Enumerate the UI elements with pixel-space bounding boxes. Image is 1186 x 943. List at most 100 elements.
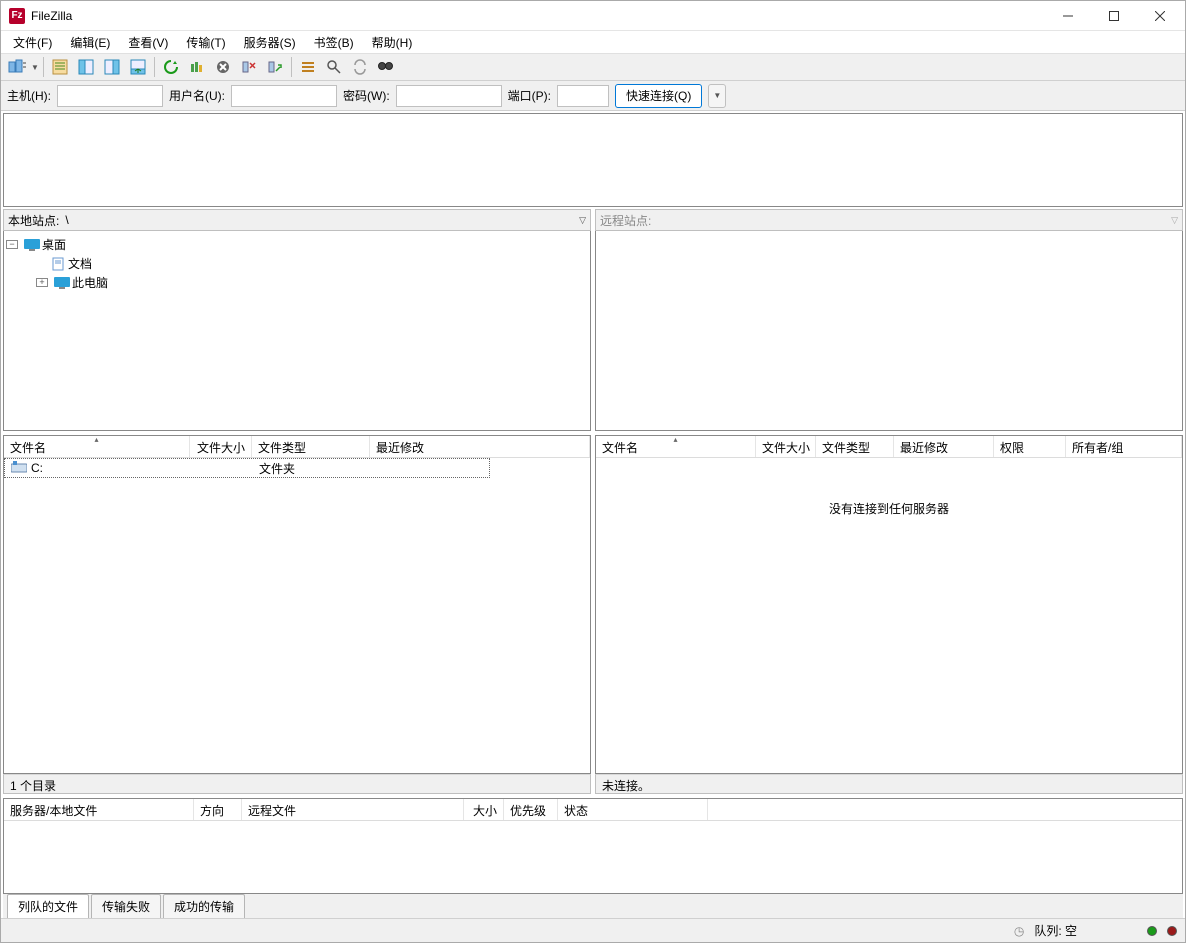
col-modified[interactable]: 最近修改 [370,436,590,457]
local-list-header: 文件名▴ 文件大小 文件类型 最近修改 [4,436,590,458]
queue-body[interactable] [4,821,1182,893]
host-input[interactable] [57,85,163,107]
local-status: 1 个目录 [3,774,591,794]
local-file-list: 文件名▴ 文件大小 文件类型 最近修改 C: 文件夹 [3,435,591,774]
col-owner[interactable]: 所有者/组 [1066,436,1182,457]
port-input[interactable] [557,85,609,107]
title-bar: Fz FileZilla [1,1,1185,31]
queue-tabs: 列队的文件 传输失败 成功的传输 [3,894,1183,918]
remote-status: 未连接。 [595,774,1183,794]
menu-bar: 文件(F) 编辑(E) 查看(V) 传输(T) 服务器(S) 书签(B) 帮助(… [1,31,1185,53]
tree-item-thispc[interactable]: + 此电脑 [6,273,588,292]
local-tree[interactable]: − 桌面 文档 + 此电脑 [3,231,591,431]
col-size[interactable]: 文件大小 [190,436,252,457]
col-type[interactable]: 文件类型 [252,436,370,457]
local-site-label: 本地站点: [8,212,59,229]
tree-item-documents[interactable]: 文档 [6,254,588,273]
tree-item-desktop[interactable]: − 桌面 [6,235,588,254]
user-label: 用户名(U): [169,87,225,104]
file-row[interactable]: C: 文件夹 [4,458,490,478]
sync-browse-icon[interactable] [348,56,372,78]
col-remote[interactable]: 远程文件 [242,799,464,820]
col-name[interactable]: 文件名▴ [4,436,190,457]
computer-icon [54,276,70,290]
toggle-localtree-icon[interactable] [74,56,98,78]
menu-server[interactable]: 服务器(S) [236,32,304,53]
transfer-queue: 服务器/本地文件 方向 远程文件 大小 优先级 状态 [3,798,1183,894]
status-bar: ◷ 队列: 空 [1,918,1185,942]
menu-edit[interactable]: 编辑(E) [62,32,118,53]
remote-site-row: 远程站点: ▽ [595,209,1183,231]
close-button[interactable] [1137,1,1183,31]
remote-list-header: 文件名▴ 文件大小 文件类型 最近修改 权限 所有者/组 [596,436,1182,458]
maximize-button[interactable] [1091,1,1137,31]
username-input[interactable] [231,85,337,107]
remote-file-list: 文件名▴ 文件大小 文件类型 最近修改 权限 所有者/组 没有连接到任何服务器 [595,435,1183,774]
disconnect-icon[interactable] [237,56,261,78]
main-panes: 本地站点: ▽ − 桌面 文档 + 此电脑 文件名▴ [1,209,1185,794]
expand-icon[interactable]: + [36,278,48,287]
cancel-icon[interactable] [211,56,235,78]
local-site-row: 本地站点: ▽ [3,209,591,231]
throttle-icon[interactable]: ◷ [1014,924,1024,938]
drive-icon [11,461,27,476]
search-icon[interactable] [374,56,398,78]
compare-icon[interactable] [322,56,346,78]
col-status[interactable]: 状态 [558,799,708,820]
process-queue-icon[interactable] [185,56,209,78]
desktop-icon [24,238,40,252]
toolbar-separator [43,57,44,77]
queue-header: 服务器/本地文件 方向 远程文件 大小 优先级 状态 [4,799,1182,821]
sort-asc-icon: ▴ [673,436,677,444]
port-label: 端口(P): [508,87,551,104]
remote-empty-message: 没有连接到任何服务器 [596,458,1182,773]
local-path-input[interactable] [63,211,575,229]
tree-label: 此电脑 [72,274,108,291]
toolbar-separator [291,57,292,77]
activity-led-send-icon [1167,926,1177,936]
tab-queued[interactable]: 列队的文件 [7,894,89,918]
menu-bookmarks[interactable]: 书签(B) [306,32,362,53]
quickconnect-bar: 主机(H): 用户名(U): 密码(W): 端口(P): 快速连接(Q) ▼ [1,81,1185,111]
file-name: C: [31,461,43,475]
col-modified[interactable]: 最近修改 [894,436,994,457]
col-priority[interactable]: 优先级 [504,799,558,820]
toggle-remotetree-icon[interactable] [100,56,124,78]
col-size[interactable]: 文件大小 [756,436,816,457]
tab-success[interactable]: 成功的传输 [163,894,245,918]
toggle-queue-icon[interactable] [126,56,150,78]
reconnect-icon[interactable] [263,56,287,78]
pass-label: 密码(W): [343,87,390,104]
filter-icon[interactable] [296,56,320,78]
col-direction[interactable]: 方向 [194,799,242,820]
col-perm[interactable]: 权限 [994,436,1066,457]
menu-view[interactable]: 查看(V) [120,32,176,53]
refresh-icon[interactable] [159,56,183,78]
queue-status: 队列: 空 [1034,922,1077,939]
local-pane: 本地站点: ▽ − 桌面 文档 + 此电脑 文件名▴ [3,209,591,794]
toggle-log-icon[interactable] [48,56,72,78]
col-size[interactable]: 大小 [464,799,504,820]
chevron-down-icon[interactable]: ▽ [579,215,586,226]
minimize-button[interactable] [1045,1,1091,31]
chevron-down-icon: ▽ [1171,215,1178,226]
menu-transfer[interactable]: 传输(T) [178,32,233,53]
remote-tree[interactable] [595,231,1183,431]
col-name[interactable]: 文件名▴ [596,436,756,457]
message-log[interactable] [3,113,1183,207]
local-list-body[interactable]: C: 文件夹 [4,458,590,773]
col-type[interactable]: 文件类型 [816,436,894,457]
collapse-icon[interactable]: − [6,240,18,249]
password-input[interactable] [396,85,502,107]
document-icon [50,257,66,271]
col-server[interactable]: 服务器/本地文件 [4,799,194,820]
remote-site-label: 远程站点: [600,212,651,229]
window-title: FileZilla [31,9,1045,23]
menu-help[interactable]: 帮助(H) [364,32,421,53]
menu-file[interactable]: 文件(F) [5,32,60,53]
quickconnect-history-dropdown[interactable]: ▼ [708,84,726,108]
tab-failed[interactable]: 传输失败 [91,894,161,918]
site-manager-icon[interactable] [5,56,29,78]
quickconnect-button[interactable]: 快速连接(Q) [615,84,702,108]
remote-path-input [655,211,1167,229]
